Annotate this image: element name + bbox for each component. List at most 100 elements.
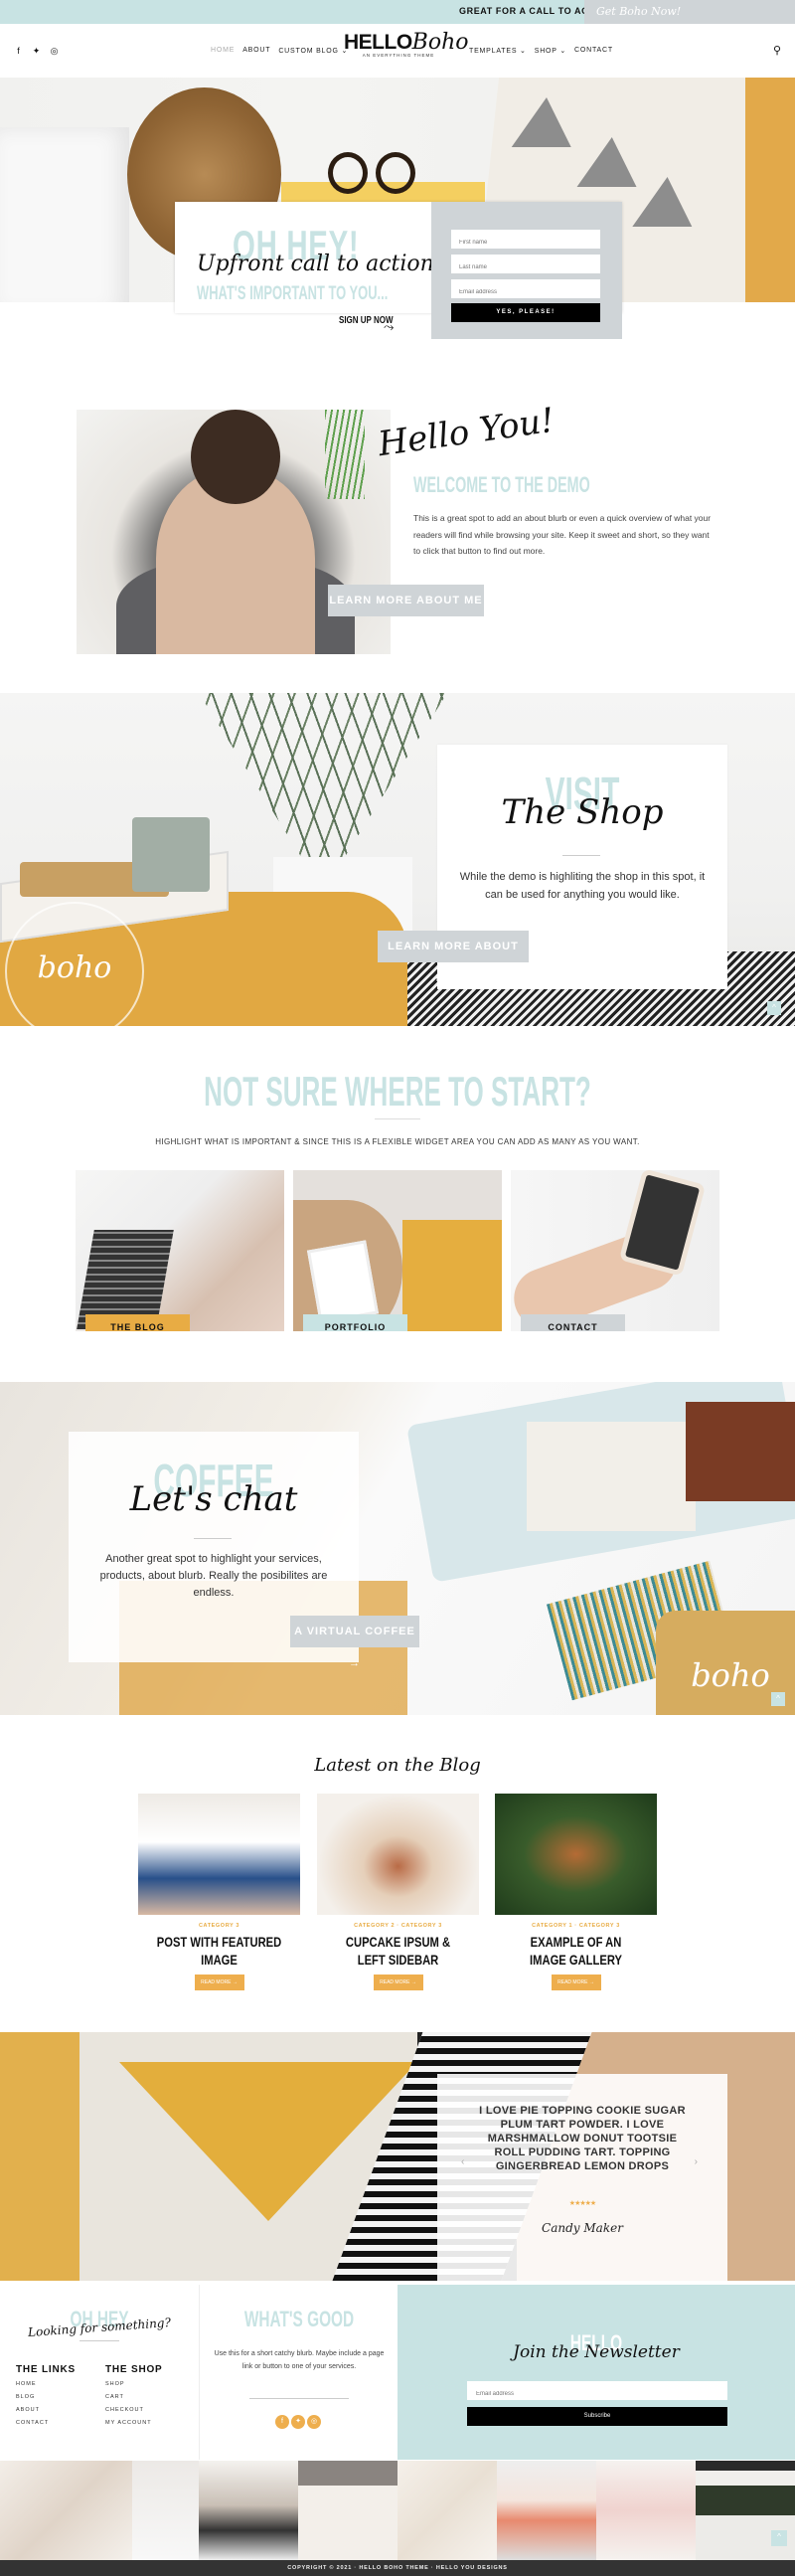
footer-social-icons: f ✦ ◎ (275, 2415, 321, 2429)
logo-hello: HELLO (344, 31, 412, 54)
footer-link-my-account[interactable]: MY ACCOUNT (105, 2417, 195, 2430)
nav-contact[interactable]: CONTACT (574, 47, 613, 55)
testimonial-card: ‹ I LOVE PIE TOPPING COOKIE SUGAR PLUM T… (437, 2074, 727, 2281)
optin-box: OH HEY! Upfront call to action WHAT'S IM… (175, 202, 622, 339)
nav-home[interactable]: HOME (211, 47, 235, 55)
search-icon[interactable]: ⚲ (773, 44, 781, 57)
divider (249, 2398, 349, 2399)
read-more-button[interactable]: READ MORE → (373, 1975, 423, 1990)
coffee-section: boho COFFEE Let's chat Another great spo… (0, 1382, 795, 1715)
coffee-fabric (527, 1422, 696, 1531)
instagram-image[interactable] (132, 2461, 199, 2560)
instagram-image[interactable] (298, 2461, 398, 2560)
chevron-right-icon[interactable]: › (695, 2156, 698, 2167)
tile-portfolio-label[interactable]: PORTFOLIO (303, 1314, 407, 1331)
last-name-input[interactable] (451, 255, 600, 273)
footer-widgets: OH HEY Looking for something? THE LINKS … (0, 2285, 795, 2460)
tile-blog-label[interactable]: THE BLOG (85, 1314, 190, 1331)
footer-link-blog[interactable]: BLOG (16, 2391, 105, 2404)
post-category[interactable]: CATEGORY 3 (138, 1923, 300, 1929)
facebook-icon[interactable]: f (275, 2415, 289, 2429)
newsletter-widget: HELLO Join the Newsletter Subscribe (398, 2285, 795, 2460)
twitter-icon[interactable]: ✦ (291, 2415, 305, 2429)
blog-post: CATEGORY 1 · CATEGORY 3 EXAMPLE OF AN IM… (495, 1794, 657, 1990)
post-category[interactable]: CATEGORY 1 · CATEGORY 3 (495, 1923, 657, 1929)
start-tiles: THE BLOG PORTFOLIO CONTACT (76, 1170, 719, 1337)
instagram-icon[interactable]: ◎ (50, 46, 59, 56)
star-rating: ★★★★★ (568, 2200, 596, 2207)
social-links: f ✦ ◎ (14, 46, 59, 56)
footer-link-checkout[interactable]: CHECKOUT (105, 2404, 195, 2417)
nav-templates[interactable]: TEMPLATES ⌄ (469, 47, 527, 55)
footer-link-contact[interactable]: CONTACT (16, 2417, 105, 2430)
instagram-image[interactable] (0, 2461, 132, 2560)
footer-link-home[interactable]: HOME (16, 2378, 105, 2391)
post-image[interactable] (495, 1794, 657, 1915)
coffee-text: Another great spot to highlight your ser… (99, 1553, 328, 1599)
tile-portfolio[interactable]: PORTFOLIO (293, 1170, 502, 1331)
divider (194, 1538, 232, 1539)
read-more-button[interactable]: READ MORE → (194, 1975, 244, 1990)
newsletter-email-input[interactable] (467, 2381, 727, 2400)
site-logo[interactable]: HELLOBoho AN EVERYTHING THEME (344, 30, 469, 58)
hero-mustard-pillow (745, 78, 795, 302)
testimonial-section: ‹ I LOVE PIE TOPPING COOKIE SUGAR PLUM T… (0, 2032, 795, 2281)
tile-contact[interactable]: CONTACT (511, 1170, 719, 1331)
divider (562, 855, 600, 856)
hero-glasses (328, 152, 417, 197)
divider (80, 2340, 119, 2341)
tile-blog[interactable]: THE BLOG (76, 1170, 284, 1331)
footer-link-shop[interactable]: SHOP (105, 2378, 195, 2391)
copyright-bar: COPYRIGHT © 2021 · HELLO BOHO THEME · HE… (0, 2560, 795, 2576)
blog-section-title: Latest on the Blog (314, 1755, 481, 1776)
back-to-top-icon[interactable]: ^ (771, 1692, 785, 1706)
coffee-script-title: Let's chat (129, 1479, 298, 1519)
post-image[interactable] (317, 1794, 479, 1915)
shop-script-title: The Shop (501, 792, 664, 832)
facebook-icon[interactable]: f (14, 46, 23, 56)
footer-shop-column: THE SHOP SHOP CART CHECKOUT MY ACCOUNT (105, 2364, 195, 2430)
twitter-icon[interactable]: ✦ (32, 46, 41, 56)
email-input[interactable] (451, 279, 600, 298)
instagram-icon[interactable]: ◎ (307, 2415, 321, 2429)
footer-link-cart[interactable]: CART (105, 2391, 195, 2404)
back-to-top-icon[interactable]: ^ (771, 2530, 787, 2546)
post-category[interactable]: CATEGORY 2 · CATEGORY 3 (317, 1923, 479, 1929)
learn-more-button[interactable]: LEARN MORE ABOUT ME → (328, 585, 484, 638)
about-text: This is a great spot to add an about blu… (413, 513, 712, 556)
chevron-left-icon[interactable]: ‹ (461, 2156, 464, 2167)
footer-column-title: THE LINKS (16, 2364, 76, 2375)
back-to-top-icon[interactable]: ^ (767, 1001, 781, 1015)
instagram-image[interactable] (497, 2461, 596, 2560)
shop-candle (132, 817, 210, 892)
instagram-image[interactable] (199, 2461, 298, 2560)
tile-contact-label[interactable]: CONTACT (521, 1314, 625, 1331)
first-name-input[interactable] (451, 230, 600, 249)
optin-form: YES, PLEASE! (431, 202, 622, 339)
instagram-feed (0, 2461, 795, 2560)
post-title[interactable]: EXAMPLE OF AN IMAGE GALLERY (511, 1933, 640, 1969)
post-title[interactable]: CUPCAKE IPSUM & LEFT SIDEBAR (333, 1933, 462, 1969)
subscribe-button[interactable]: Subscribe (467, 2407, 727, 2426)
main-navigation: f ✦ ◎ HOME ABOUT CUSTOM BLOG ⌄ HELLOBoho… (0, 24, 795, 78)
virtual-coffee-button[interactable]: A VIRTUAL COFFEE → (290, 1616, 419, 1669)
nav-custom-blog[interactable]: CUSTOM BLOG ⌄ (278, 47, 348, 55)
start-subtitle: HIGHLIGHT WHAT IS IMPORTANT & SINCE THIS… (155, 1137, 640, 1146)
shop-section: boho VISIT The Shop While the demo is hi… (0, 693, 795, 1026)
start-title: NOT SURE WHERE TO START? (204, 1068, 591, 1115)
post-image[interactable] (138, 1794, 300, 1915)
footer-link-about[interactable]: ABOUT (16, 2404, 105, 2417)
instagram-image[interactable] (398, 2461, 497, 2560)
blog-post: CATEGORY 3 POST WITH FEATURED IMAGE READ… (138, 1794, 300, 1990)
about-script-title: Hello You! (376, 400, 557, 465)
nav-shop[interactable]: SHOP ⌄ (535, 47, 566, 55)
shop-learn-more-button[interactable]: LEARN MORE ABOUT ME → (378, 931, 529, 984)
optin-submit-button[interactable]: YES, PLEASE! (451, 303, 600, 322)
nav-about[interactable]: ABOUT (242, 47, 270, 55)
get-boho-button[interactable]: Get Boho Now! (584, 0, 795, 24)
read-more-button[interactable]: READ MORE → (551, 1975, 601, 1990)
testimonial-author: Candy Maker (542, 2221, 623, 2235)
squiggle-arrow-icon: ⤳ (384, 319, 395, 334)
instagram-image[interactable] (596, 2461, 696, 2560)
post-title[interactable]: POST WITH FEATURED IMAGE (154, 1933, 283, 1969)
